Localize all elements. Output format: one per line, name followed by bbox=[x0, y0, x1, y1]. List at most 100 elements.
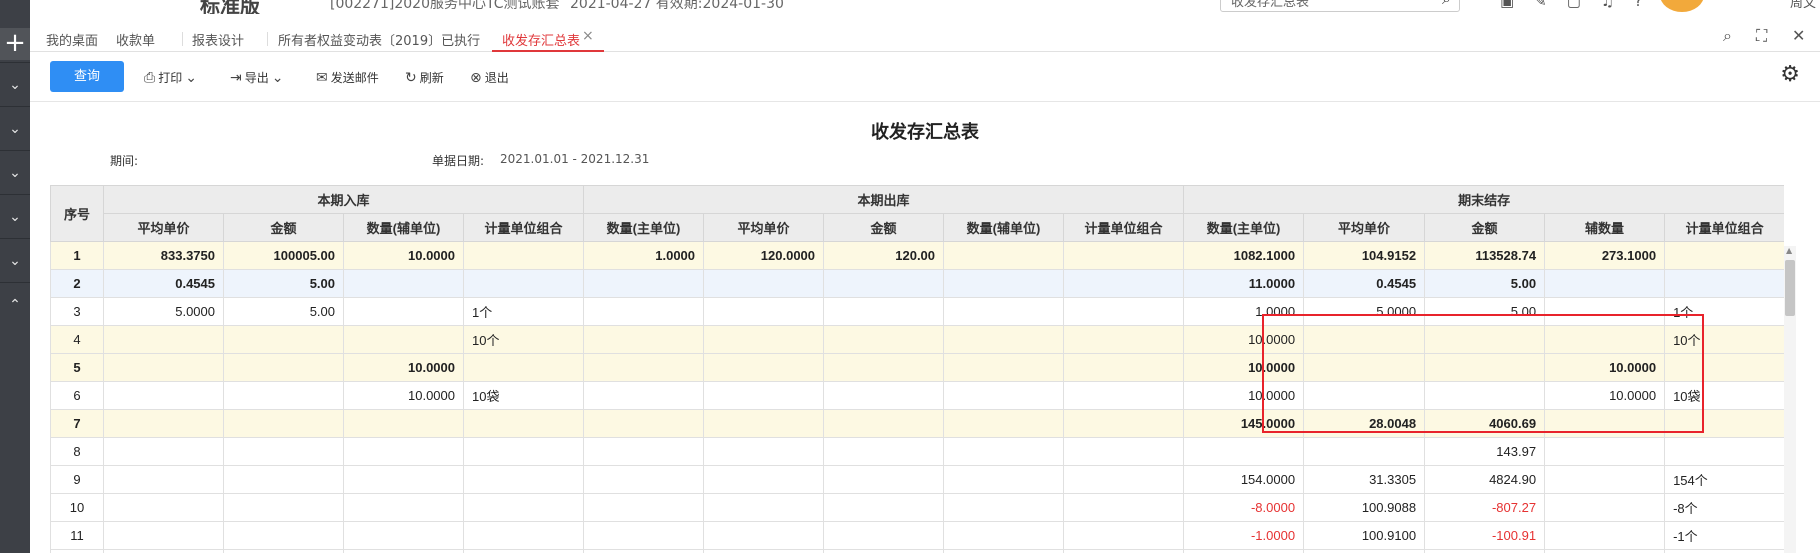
table-cell: 273.1000 bbox=[1544, 241, 1666, 270]
table-cell bbox=[1063, 325, 1185, 354]
chevron-down-icon[interactable]: ⌄ bbox=[0, 106, 30, 150]
table-row[interactable]: 2 0.4545 5.00 11.0000 0.4545 5.00 bbox=[50, 269, 1784, 298]
row-seq-cell: 10 bbox=[50, 493, 104, 522]
tab-receipt[interactable]: 收款单 bbox=[116, 30, 155, 49]
tab-inventory-summary[interactable]: 收发存汇总表 bbox=[502, 30, 580, 49]
fullscreen-icon[interactable]: ⛶ bbox=[1756, 26, 1767, 46]
table-cell bbox=[583, 521, 705, 550]
table-cell bbox=[462, 549, 585, 553]
tab-desktop[interactable]: 我的桌面 bbox=[46, 30, 98, 49]
header-group-ending: 期末结存 bbox=[1183, 185, 1784, 214]
tab-report-design[interactable]: 报表设计 bbox=[192, 30, 244, 49]
column-header[interactable]: 金额 bbox=[823, 213, 945, 242]
table-cell bbox=[583, 325, 705, 354]
avatar[interactable] bbox=[1660, 0, 1704, 12]
table-cell bbox=[462, 353, 585, 382]
column-header[interactable]: 辅数量 bbox=[1544, 213, 1666, 242]
gear-icon[interactable]: ⚙ bbox=[1780, 62, 1800, 87]
table-cell: 0.4545 bbox=[1303, 269, 1426, 298]
table-cell bbox=[583, 437, 705, 466]
left-nav-bar: + ⌄ ⌄ ⌄ ⌄ ⌄ ⌃ bbox=[0, 0, 30, 553]
close-icon[interactable]: × bbox=[582, 28, 594, 44]
column-header[interactable]: 平均单价 bbox=[1303, 213, 1426, 242]
column-header[interactable]: 数量(主单位) bbox=[1183, 213, 1305, 242]
highlight-annotation-box bbox=[1262, 314, 1704, 433]
search-icon[interactable]: ⌕ bbox=[1723, 26, 1732, 46]
chevron-down-icon[interactable]: ⌄ bbox=[0, 194, 30, 238]
period-label: 期间: bbox=[110, 154, 139, 168]
column-header[interactable]: 金额 bbox=[1424, 213, 1546, 242]
table-cell: 154.0000 bbox=[1183, 465, 1305, 494]
table-cell bbox=[1664, 437, 1784, 466]
query-button[interactable]: 查询 bbox=[50, 61, 124, 92]
table-cell bbox=[943, 269, 1065, 298]
table-cell: -8个 bbox=[1664, 493, 1784, 522]
header-seq[interactable]: 序号 bbox=[50, 185, 104, 242]
table-cell bbox=[703, 409, 825, 438]
column-header[interactable]: 数量(辅单位) bbox=[943, 213, 1065, 242]
close-window-icon[interactable]: ✕ bbox=[1792, 26, 1805, 45]
print-button[interactable]: ⎙ 打印 ⌄ bbox=[144, 69, 197, 86]
row-seq-cell: 3 bbox=[50, 297, 104, 326]
add-icon[interactable]: + bbox=[0, 28, 30, 60]
table-cell bbox=[1544, 437, 1666, 466]
exit-circle-icon: ⊗ bbox=[470, 69, 482, 86]
table-cell: 5.00 bbox=[1424, 269, 1546, 298]
table-cell: 833.3750 bbox=[103, 241, 224, 270]
table-cell bbox=[223, 521, 344, 550]
toolbar: 查询 ⎙ 打印 ⌄ ⇥ 导出 ⌄ ✉ 发送邮件 ↻ 刷新 ⊗ 退出 ⚙ bbox=[30, 52, 1820, 102]
table-cell: 5.00 bbox=[223, 269, 344, 298]
scrollbar-thumb[interactable] bbox=[1785, 260, 1795, 316]
column-header[interactable]: 数量(辅单位) bbox=[343, 213, 464, 242]
table-cell bbox=[943, 437, 1065, 466]
table-row[interactable]: 10 -8.0000 100.9088 -807.27 -8个 bbox=[50, 493, 1784, 522]
exit-button[interactable]: ⊗ 退出 bbox=[470, 69, 509, 86]
table-cell bbox=[583, 381, 705, 410]
export-button[interactable]: ⇥ 导出 ⌄ bbox=[230, 69, 283, 86]
table-cell: 10.0000 bbox=[343, 381, 464, 410]
table-cell bbox=[103, 521, 224, 550]
column-header[interactable]: 计量单位组合 bbox=[1063, 213, 1185, 242]
search-icon[interactable]: ⌕ bbox=[1442, 0, 1451, 9]
table-cell bbox=[703, 325, 825, 354]
column-header[interactable]: 平均单价 bbox=[103, 213, 224, 242]
table-cell bbox=[103, 381, 224, 410]
column-header[interactable]: 计量单位组合 bbox=[462, 213, 585, 242]
printer-icon: ⎙ bbox=[144, 69, 156, 86]
table-row[interactable]: 11 -1.0000 100.9100 -100.91 -1个 bbox=[50, 521, 1784, 550]
table-cell bbox=[103, 353, 224, 382]
global-search-input[interactable]: 收发存汇总表 ⌕ bbox=[1220, 0, 1460, 12]
table-cell bbox=[703, 381, 825, 410]
column-header[interactable]: 平均单价 bbox=[703, 213, 825, 242]
chevron-down-icon[interactable]: ⌄ bbox=[0, 62, 30, 106]
scroll-up-icon[interactable]: ▲ bbox=[1786, 246, 1792, 255]
table-cell bbox=[583, 465, 705, 494]
chevron-down-icon[interactable]: ⌄ bbox=[0, 150, 30, 194]
table-cell: 104.9152 bbox=[1303, 241, 1426, 270]
table-cell bbox=[703, 493, 825, 522]
header-icons[interactable]: ▣✎▢♫? bbox=[1500, 0, 1662, 10]
table-row[interactable]: 1 833.3750 100005.00 10.0000 1.0000 120.0000 1… bbox=[50, 241, 1784, 270]
send-mail-button[interactable]: ✉ 发送邮件 bbox=[316, 69, 379, 86]
user-name[interactable]: 周文静 bbox=[1790, 0, 1820, 14]
refresh-button[interactable]: ↻ 刷新 bbox=[405, 69, 444, 86]
column-header[interactable]: 数量(主单位) bbox=[583, 213, 705, 242]
column-header[interactable]: 计量单位组合 bbox=[1664, 213, 1784, 242]
tab-equity-statement[interactable]: 所有者权益变动表〔2019〕已执行 bbox=[278, 30, 480, 49]
chevron-up-icon[interactable]: ⌃ bbox=[0, 282, 30, 326]
table-cell bbox=[343, 409, 464, 438]
table-cell: -8.0000 bbox=[1183, 493, 1305, 522]
table-cell: 5.00 bbox=[223, 297, 344, 326]
table-row[interactable]: 9 154.0000 31.3305 4824.90 154个 bbox=[50, 465, 1784, 494]
table-cell bbox=[583, 353, 705, 382]
table-row[interactable] bbox=[50, 549, 1784, 553]
vertical-scrollbar[interactable]: ▲ bbox=[1784, 246, 1796, 553]
table-cell bbox=[583, 269, 705, 298]
column-header[interactable]: 金额 bbox=[223, 213, 344, 242]
table-row[interactable]: 8 143.97 bbox=[50, 437, 1784, 466]
exit-label: 退出 bbox=[484, 71, 509, 85]
chevron-down-icon[interactable]: ⌄ bbox=[0, 238, 30, 282]
refresh-label: 刷新 bbox=[419, 71, 444, 85]
table-cell: 1个 bbox=[462, 297, 585, 326]
table-cell bbox=[1063, 269, 1185, 298]
